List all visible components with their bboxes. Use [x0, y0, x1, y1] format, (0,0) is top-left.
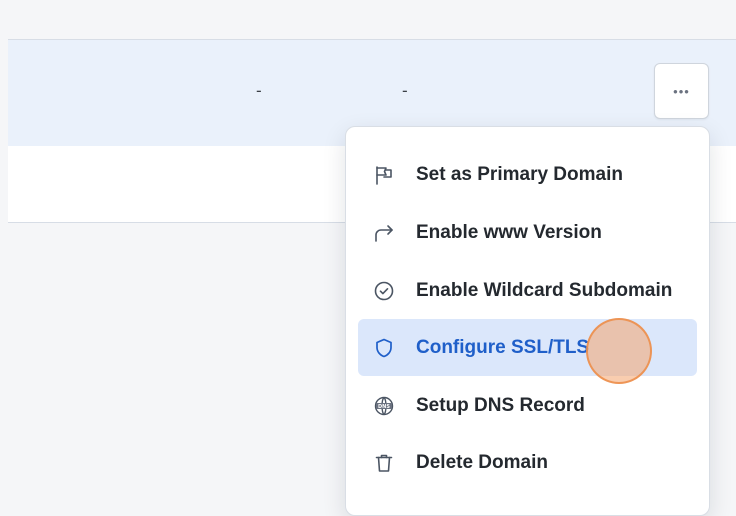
dns-globe-icon: DNS: [372, 394, 396, 418]
check-circle-icon: [372, 279, 396, 303]
menu-item-label: Delete Domain: [416, 451, 548, 473]
more-dots-icon: •••: [673, 83, 690, 99]
menu-item-label: Enable www Version: [416, 221, 602, 243]
svg-text:DNS: DNS: [378, 403, 390, 409]
menu-item-label: Configure SSL/TLS: [416, 336, 590, 358]
redirect-arrow-icon: [372, 221, 396, 245]
menu-item-set-primary-domain[interactable]: Set as Primary Domain: [358, 146, 697, 203]
shield-icon: [372, 336, 396, 360]
menu-item-enable-wildcard[interactable]: Enable Wildcard Subdomain: [358, 262, 697, 319]
menu-item-label: Enable Wildcard Subdomain: [416, 279, 673, 301]
trash-icon: [372, 451, 396, 475]
table-cell-dash: -: [256, 81, 262, 100]
menu-item-label: Setup DNS Record: [416, 394, 585, 416]
menu-item-label: Set as Primary Domain: [416, 163, 623, 185]
menu-item-enable-www[interactable]: Enable www Version: [358, 204, 697, 261]
more-actions-button[interactable]: •••: [654, 63, 709, 119]
menu-item-setup-dns[interactable]: DNS Setup DNS Record: [358, 377, 697, 434]
domain-actions-menu: Set as Primary Domain Enable www Version…: [345, 126, 710, 516]
table-cell-dash: -: [402, 81, 408, 100]
menu-item-delete-domain[interactable]: Delete Domain: [358, 434, 697, 491]
flag-icon: [372, 163, 396, 187]
menu-item-configure-ssl[interactable]: Configure SSL/TLS: [358, 319, 697, 376]
